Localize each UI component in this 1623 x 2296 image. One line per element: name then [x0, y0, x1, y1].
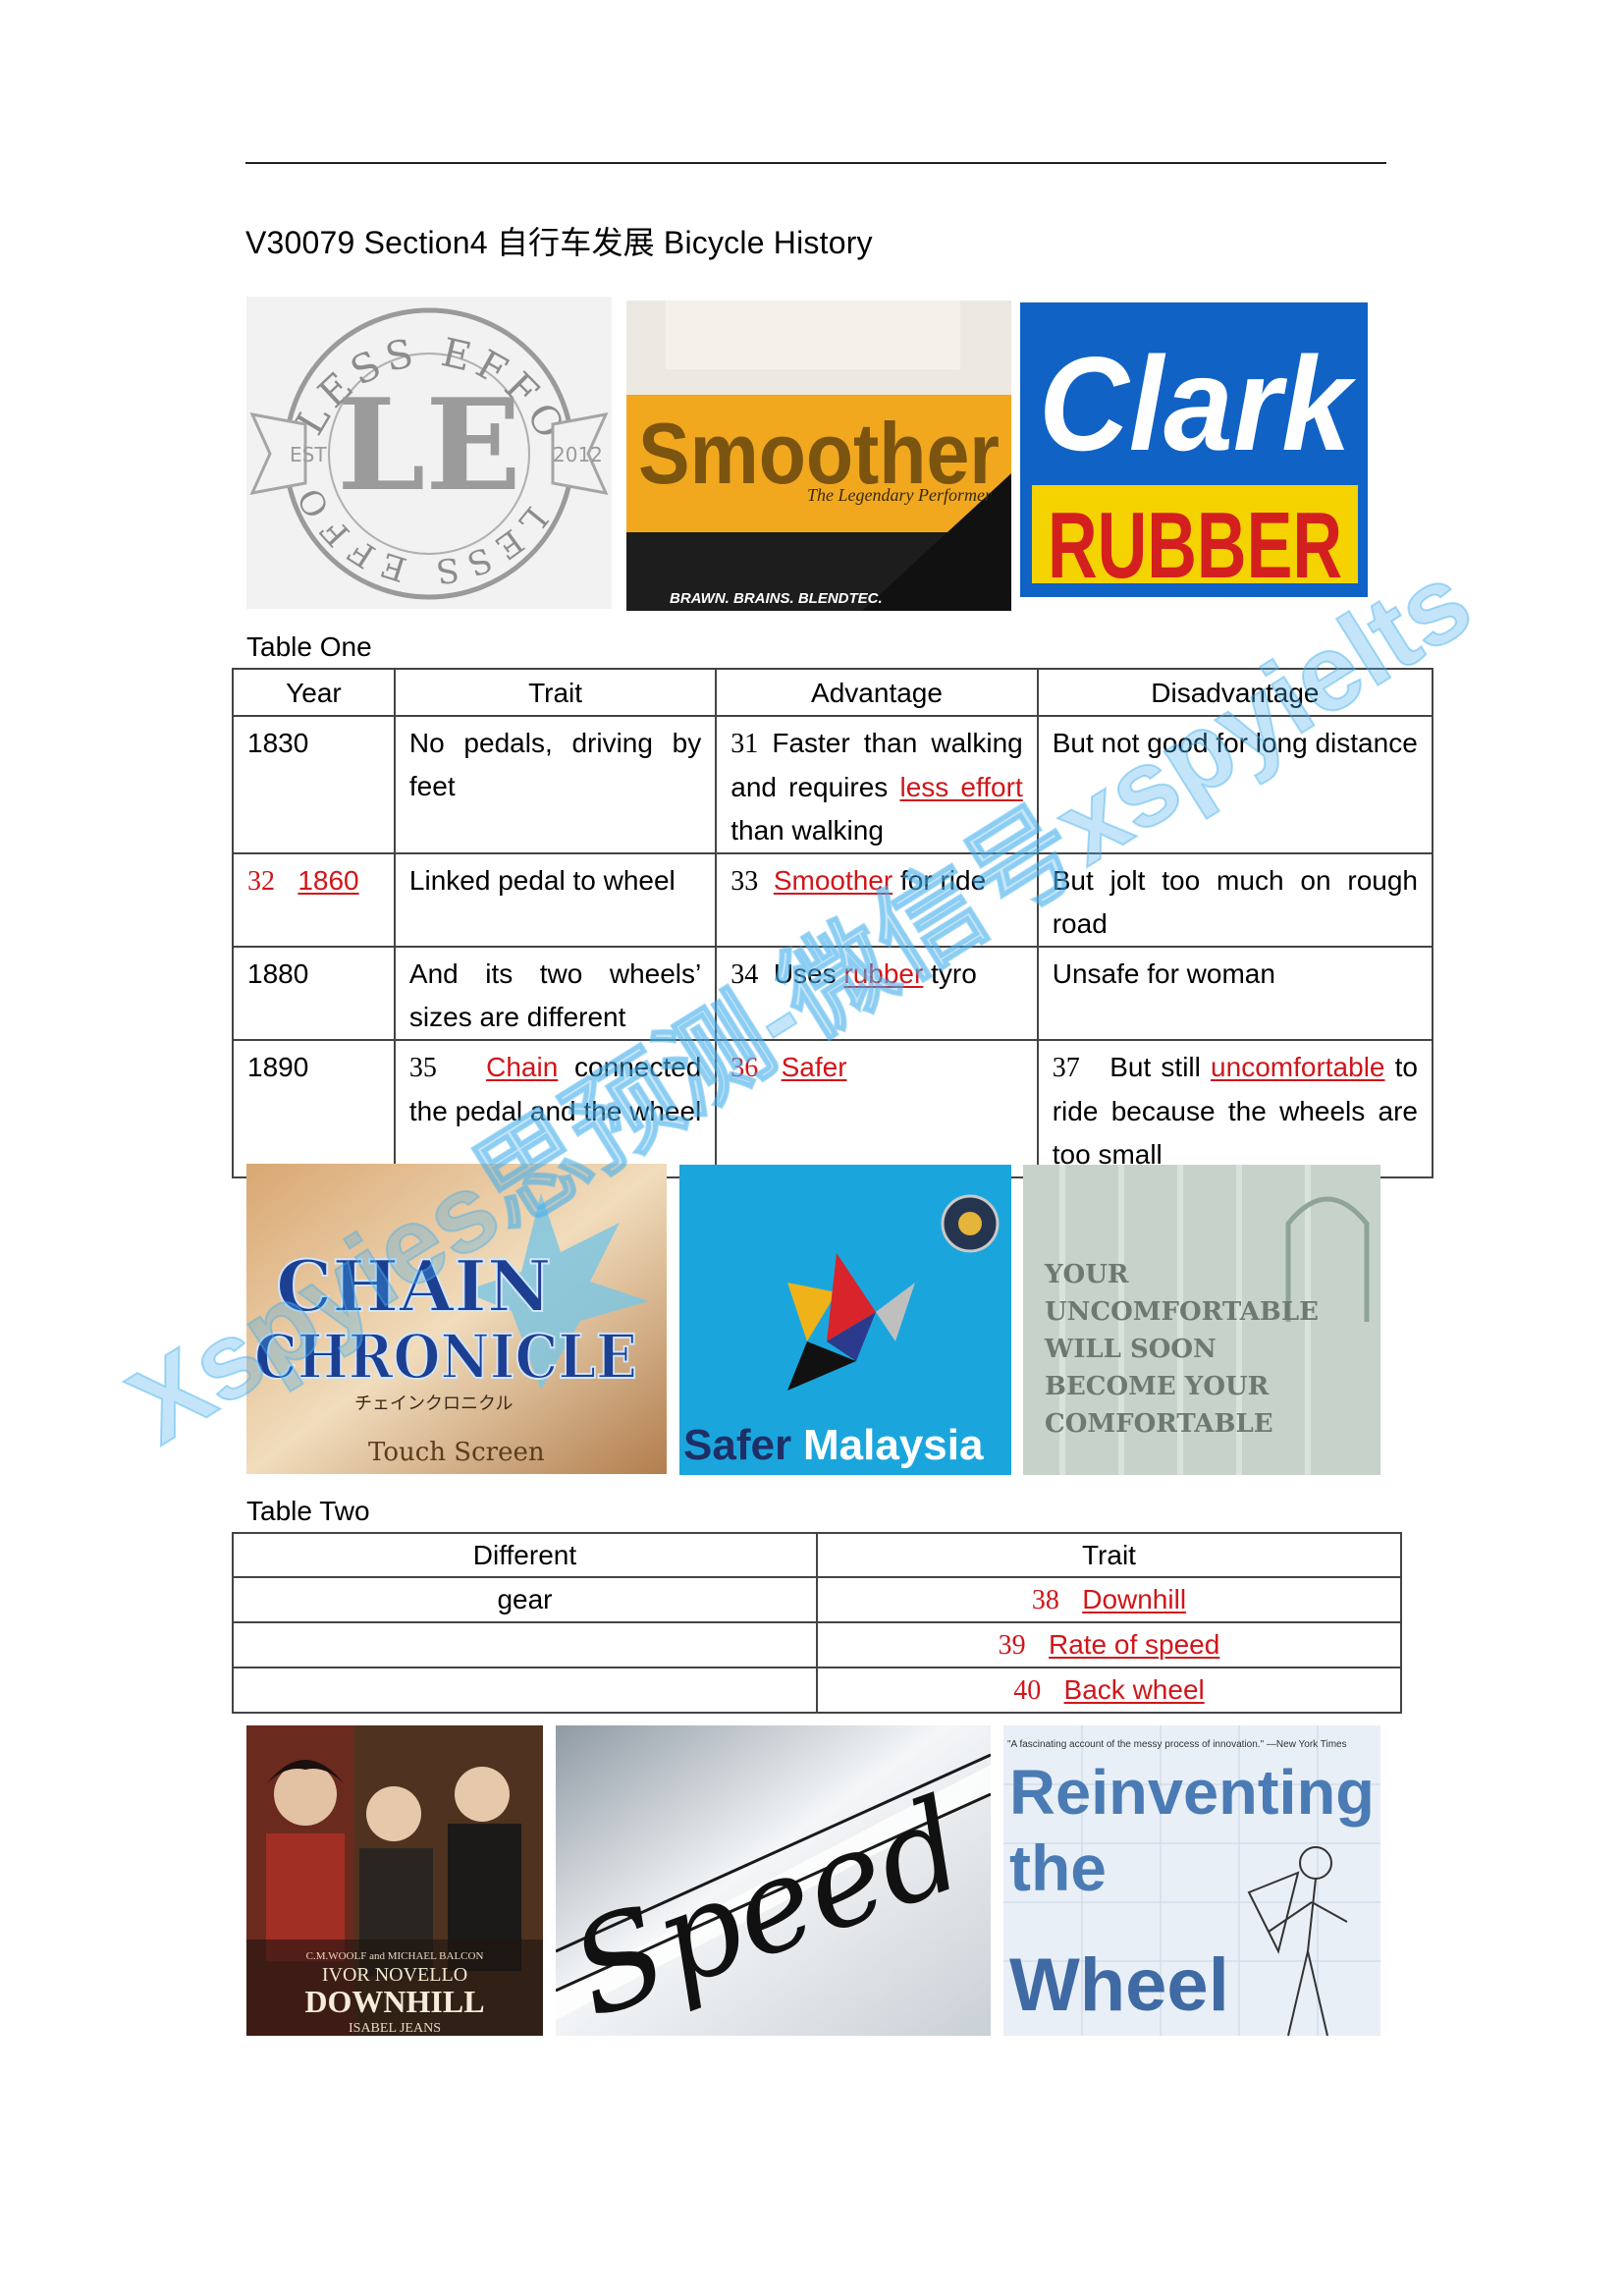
header-advantage: Advantage: [715, 668, 1039, 717]
cell-disadvantage: 37 But still uncomfortable to ride becau…: [1036, 1039, 1434, 1178]
table-row: 39 Rate of speed: [232, 1621, 1403, 1668]
chronicle-text: CHRONICLE: [254, 1321, 637, 1393]
header-trait: Trait: [815, 1532, 1403, 1578]
cell-advantage: 31 Faster than walking and requires less…: [715, 715, 1039, 854]
cell-advantage: 36 Safer: [715, 1039, 1039, 1178]
poster-credit: C.M.WOOLF and MICHAEL BALCON: [306, 1950, 484, 1962]
cell-year: 1830: [232, 715, 396, 854]
safer-malaysia-logo: Safer Malaysia: [679, 1165, 1011, 1475]
smoother-logo: Smoother The Legendary Performer BRAWN. …: [626, 301, 1011, 611]
safer-word: Safer: [683, 1421, 791, 1469]
page-title: V30079 Section4 自行车发展 Bicycle History: [245, 225, 873, 260]
cell-different: gear: [232, 1576, 818, 1623]
table-row: 40 Back wheel: [232, 1667, 1403, 1714]
cell-trait: 38 Downhill: [815, 1576, 1403, 1623]
chain-subtitle: チェインクロニクル: [354, 1394, 513, 1414]
table-two-label: Table Two: [246, 1496, 370, 1526]
answer-36: Safer: [781, 1052, 847, 1082]
poster-title: DOWNHILL: [304, 1984, 484, 2019]
table-one-label: Table One: [246, 631, 372, 662]
cover-quote: "A fascinating account of the messy proc…: [1007, 1739, 1347, 1750]
answer-31: less effort: [899, 772, 1023, 802]
table-row: 1890 35 Chain connected the pedal and th…: [232, 1039, 1434, 1178]
est-text: EST: [290, 443, 327, 466]
top-rule: [245, 162, 1386, 164]
cell-year: 1880: [232, 946, 396, 1041]
cell-advantage: 33 Smoother for ride: [715, 852, 1039, 948]
cell-trait: 39 Rate of speed: [815, 1621, 1403, 1668]
cell-disadvantage: Unsafe for woman: [1036, 946, 1434, 1041]
speed-badge: Speed: [556, 1725, 991, 2036]
answer-35: Chain: [486, 1052, 559, 1082]
table-row: 1830 No pedals, driving by feet 31 Faste…: [232, 715, 1434, 854]
answer-32: 1860: [298, 865, 359, 896]
answer-34: rubber: [843, 958, 924, 989]
chain-text: CHAIN: [276, 1244, 552, 1328]
smoother-tagline: The Legendary Performer: [807, 485, 993, 505]
poster-star: IVOR NOVELLO: [322, 1964, 467, 1986]
cover-line-1: Reinventing: [1009, 1757, 1375, 1828]
touch-screen-text: Touch Screen: [368, 1438, 545, 1467]
smoother-footer: BRAWN. BRAINS. BLENDTEC.: [670, 590, 883, 607]
cell-different: [232, 1621, 818, 1668]
table-two-header-row: Different Trait: [232, 1532, 1403, 1578]
monogram-text: LE: [337, 372, 521, 519]
answer-37: uncomfortable: [1211, 1052, 1385, 1082]
table-row: gear 38 Downhill: [232, 1576, 1403, 1623]
cell-trait: And its two wheels’ sizes are different: [393, 946, 718, 1041]
table-two: Different Trait gear 38 Downhill 39 Rate…: [232, 1532, 1403, 1714]
answer-33: Smoother: [773, 865, 893, 896]
sign-line-3: WILL SOON: [1044, 1335, 1217, 1364]
sign-line-1: YOUR: [1044, 1260, 1129, 1289]
sign-line-4: BECOME YOUR: [1045, 1372, 1270, 1401]
less-effort-logo: LESS EFFORT LESS EFFORT EST 2012 LE: [246, 297, 612, 609]
cell-advantage: 34 Uses rubber tyro: [715, 946, 1039, 1041]
clark-rubber-logo: Clark RUBBER: [1020, 302, 1368, 597]
uncomfortable-sign: YOUR UNCOMFORTABLE WILL SOON BECOME YOUR…: [1023, 1165, 1380, 1475]
table-row: 1880 And its two wheels’ sizes are diffe…: [232, 946, 1434, 1041]
header-disadvantage: Disadvantage: [1036, 668, 1434, 717]
cover-line-2: the: [1009, 1831, 1107, 1904]
cell-trait: 40 Back wheel: [815, 1667, 1403, 1714]
cell-disadvantage: But not good for long distance: [1036, 715, 1434, 854]
answer-39: Rate of speed: [1048, 1629, 1220, 1660]
cell-trait: 35 Chain connected the pedal and the whe…: [393, 1039, 718, 1178]
cell-disadvantage: But jolt too much on rough road: [1036, 852, 1434, 948]
table-one: Year Trait Advantage Disadvantage 1830 N…: [232, 668, 1434, 1178]
cell-year: 1890: [232, 1039, 396, 1178]
answer-40: Back wheel: [1063, 1674, 1205, 1705]
downhill-poster: C.M.WOOLF and MICHAEL BALCON IVOR NOVELL…: [246, 1725, 543, 2036]
clark-text: Clark: [1039, 329, 1357, 478]
cover-line-3: Wheel: [1009, 1943, 1229, 2027]
cell-trait: Linked pedal to wheel: [393, 852, 718, 948]
cell-different: [232, 1667, 818, 1714]
chain-chronicle-logo: CHAIN CHRONICLE チェインクロニクル Touch Screen: [246, 1164, 667, 1474]
reinventing-wheel-cover: "A fascinating account of the messy proc…: [1003, 1725, 1380, 2036]
sign-line-5: COMFORTABLE: [1045, 1409, 1273, 1439]
sign-line-2: UNCOMFORTABLE: [1045, 1297, 1319, 1327]
poster-costar: ISABEL JEANS: [349, 2021, 441, 2036]
table-row: 32 1860 Linked pedal to wheel 33 Smoothe…: [232, 852, 1434, 948]
answer-38: Downhill: [1082, 1584, 1187, 1614]
cell-trait: No pedals, driving by feet: [393, 715, 718, 854]
rubber-text: RUBBER: [1048, 493, 1342, 597]
malaysia-word: Malaysia: [803, 1421, 984, 1469]
header-year: Year: [232, 668, 396, 717]
year-text: 2012: [553, 443, 603, 466]
header-different: Different: [232, 1532, 818, 1578]
cell-year: 32 1860: [232, 852, 396, 948]
table-one-header-row: Year Trait Advantage Disadvantage: [232, 668, 1434, 717]
header-trait: Trait: [393, 668, 718, 717]
